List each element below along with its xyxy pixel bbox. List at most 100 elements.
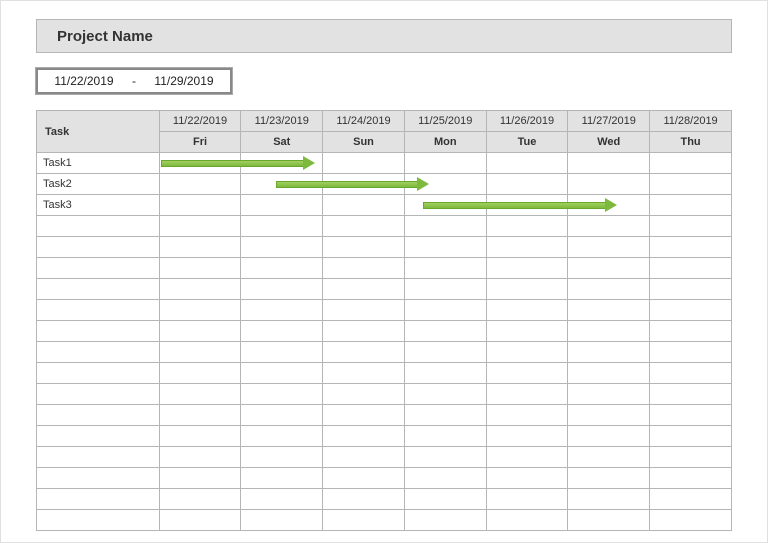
gantt-cell[interactable] bbox=[241, 384, 323, 405]
gantt-cell[interactable] bbox=[404, 279, 486, 300]
task-label-cell[interactable] bbox=[37, 300, 160, 321]
gantt-cell[interactable] bbox=[159, 405, 241, 426]
gantt-cell[interactable] bbox=[404, 510, 486, 531]
gantt-cell[interactable] bbox=[241, 342, 323, 363]
gantt-cell[interactable] bbox=[159, 510, 241, 531]
gantt-cell[interactable] bbox=[486, 426, 568, 447]
gantt-bar[interactable] bbox=[276, 179, 430, 190]
task-label-cell[interactable] bbox=[37, 447, 160, 468]
gantt-cell[interactable] bbox=[486, 216, 568, 237]
gantt-cell[interactable] bbox=[241, 447, 323, 468]
gantt-cell[interactable] bbox=[650, 195, 732, 216]
gantt-cell[interactable] bbox=[241, 195, 323, 216]
gantt-cell[interactable] bbox=[568, 447, 650, 468]
gantt-cell[interactable] bbox=[568, 174, 650, 195]
gantt-cell[interactable] bbox=[486, 405, 568, 426]
gantt-cell[interactable] bbox=[486, 300, 568, 321]
gantt-cell[interactable] bbox=[486, 321, 568, 342]
gantt-cell[interactable] bbox=[159, 447, 241, 468]
gantt-cell[interactable] bbox=[650, 216, 732, 237]
task-label-cell[interactable] bbox=[37, 342, 160, 363]
gantt-cell[interactable] bbox=[404, 300, 486, 321]
gantt-cell[interactable] bbox=[650, 384, 732, 405]
gantt-cell[interactable] bbox=[568, 300, 650, 321]
gantt-cell[interactable] bbox=[486, 363, 568, 384]
gantt-cell[interactable] bbox=[323, 321, 405, 342]
gantt-cell[interactable] bbox=[486, 447, 568, 468]
task-label-cell[interactable]: Task1 bbox=[37, 153, 160, 174]
gantt-cell[interactable] bbox=[241, 468, 323, 489]
gantt-cell[interactable] bbox=[568, 510, 650, 531]
task-label-cell[interactable] bbox=[37, 237, 160, 258]
gantt-cell[interactable] bbox=[650, 174, 732, 195]
gantt-cell[interactable] bbox=[404, 489, 486, 510]
gantt-cell[interactable] bbox=[159, 258, 241, 279]
task-label-cell[interactable]: Task2 bbox=[37, 174, 160, 195]
gantt-cell[interactable] bbox=[159, 216, 241, 237]
gantt-cell[interactable] bbox=[486, 489, 568, 510]
gantt-cell[interactable] bbox=[486, 384, 568, 405]
gantt-cell[interactable] bbox=[323, 342, 405, 363]
gantt-cell[interactable] bbox=[568, 405, 650, 426]
gantt-cell[interactable] bbox=[159, 174, 241, 195]
gantt-cell[interactable] bbox=[486, 510, 568, 531]
gantt-cell[interactable] bbox=[241, 279, 323, 300]
gantt-cell[interactable] bbox=[323, 405, 405, 426]
gantt-cell[interactable] bbox=[241, 300, 323, 321]
gantt-cell[interactable] bbox=[241, 489, 323, 510]
gantt-cell[interactable] bbox=[404, 426, 486, 447]
gantt-cell[interactable] bbox=[323, 216, 405, 237]
gantt-cell[interactable] bbox=[568, 258, 650, 279]
date-range-selector[interactable]: 11/22/2019 - 11/29/2019 bbox=[36, 68, 232, 94]
gantt-cell[interactable] bbox=[404, 468, 486, 489]
gantt-cell[interactable] bbox=[159, 279, 241, 300]
gantt-cell[interactable] bbox=[568, 342, 650, 363]
gantt-cell[interactable] bbox=[568, 279, 650, 300]
gantt-cell[interactable] bbox=[568, 426, 650, 447]
gantt-cell[interactable] bbox=[323, 237, 405, 258]
gantt-cell[interactable] bbox=[404, 447, 486, 468]
gantt-cell[interactable] bbox=[159, 468, 241, 489]
gantt-cell[interactable] bbox=[404, 363, 486, 384]
gantt-cell[interactable] bbox=[159, 426, 241, 447]
gantt-cell[interactable] bbox=[650, 300, 732, 321]
gantt-cell[interactable] bbox=[241, 426, 323, 447]
task-label-cell[interactable] bbox=[37, 510, 160, 531]
gantt-cell[interactable] bbox=[568, 216, 650, 237]
gantt-cell[interactable] bbox=[241, 321, 323, 342]
gantt-cell[interactable] bbox=[323, 258, 405, 279]
gantt-cell[interactable] bbox=[159, 300, 241, 321]
gantt-cell[interactable] bbox=[568, 468, 650, 489]
gantt-cell[interactable] bbox=[323, 153, 405, 174]
gantt-cell[interactable] bbox=[323, 489, 405, 510]
gantt-cell[interactable] bbox=[323, 195, 405, 216]
gantt-cell[interactable] bbox=[323, 363, 405, 384]
gantt-cell[interactable] bbox=[650, 321, 732, 342]
gantt-cell[interactable] bbox=[650, 405, 732, 426]
task-label-cell[interactable]: Task3 bbox=[37, 195, 160, 216]
task-label-cell[interactable] bbox=[37, 321, 160, 342]
gantt-cell[interactable] bbox=[568, 153, 650, 174]
gantt-cell[interactable] bbox=[404, 216, 486, 237]
gantt-cell[interactable] bbox=[241, 405, 323, 426]
task-label-cell[interactable] bbox=[37, 384, 160, 405]
gantt-cell[interactable] bbox=[486, 174, 568, 195]
gantt-cell[interactable] bbox=[323, 300, 405, 321]
gantt-cell[interactable] bbox=[404, 237, 486, 258]
gantt-cell[interactable] bbox=[241, 258, 323, 279]
gantt-cell[interactable] bbox=[241, 510, 323, 531]
task-label-cell[interactable] bbox=[37, 468, 160, 489]
gantt-cell[interactable] bbox=[568, 237, 650, 258]
gantt-cell[interactable] bbox=[323, 447, 405, 468]
gantt-cell[interactable] bbox=[241, 216, 323, 237]
gantt-cell[interactable] bbox=[404, 405, 486, 426]
task-label-cell[interactable] bbox=[37, 363, 160, 384]
gantt-cell[interactable] bbox=[159, 384, 241, 405]
gantt-cell[interactable] bbox=[159, 237, 241, 258]
gantt-cell[interactable] bbox=[159, 363, 241, 384]
gantt-cell[interactable] bbox=[650, 153, 732, 174]
gantt-cell[interactable] bbox=[568, 363, 650, 384]
gantt-cell[interactable] bbox=[323, 279, 405, 300]
gantt-cell[interactable] bbox=[486, 153, 568, 174]
gantt-cell[interactable] bbox=[486, 468, 568, 489]
